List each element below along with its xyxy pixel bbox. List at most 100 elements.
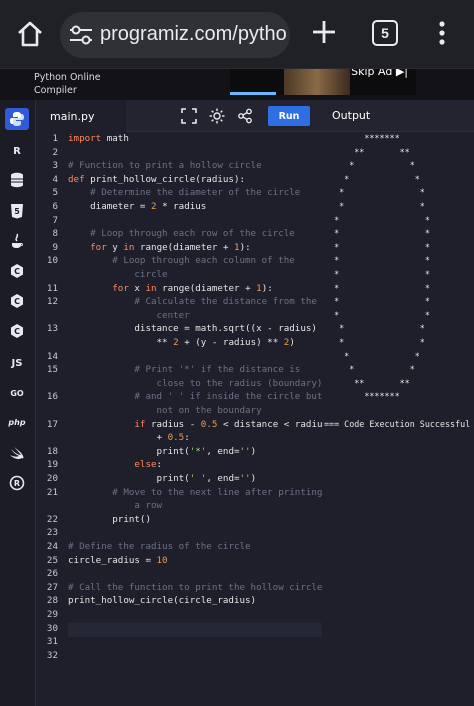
brand-title[interactable]: Python Online Compiler — [34, 71, 101, 97]
code-line[interactable]: 12 # Calculate the distance from the — [36, 295, 322, 309]
sidebar-item-c[interactable]: C — [5, 260, 29, 282]
code-line[interactable]: 17 if radius - 0.5 < distance < radius — [36, 418, 322, 432]
code-text: circle — [68, 269, 168, 280]
line-number: 3 — [52, 160, 58, 172]
line-number: 24 — [46, 541, 58, 552]
output-panel[interactable]: ******* ** ** * * * * * * * * * * * * * … — [322, 132, 474, 706]
csharp-icon: C — [11, 324, 23, 338]
code-line[interactable]: a row — [36, 499, 322, 513]
sidebar-item-go[interactable]: GO — [5, 382, 29, 404]
code-line[interactable]: center — [36, 309, 322, 323]
output-line: * * — [324, 241, 430, 252]
sidebar-item-sql[interactable] — [5, 169, 29, 191]
code-line[interactable]: ** 2 + (y - radius) ** 2) — [36, 336, 322, 350]
code-text: circle_radius = 10 — [68, 554, 168, 566]
code-text: for y in range(diameter + 1): — [90, 241, 251, 253]
skip-ad-button[interactable]: Skip Ad ▶| — [351, 69, 408, 78]
sidebar-item-php[interactable]: php — [5, 411, 29, 433]
svg-text:C: C — [14, 297, 20, 306]
code-line[interactable]: 2 — [36, 146, 322, 160]
code-line[interactable]: 14 — [36, 350, 322, 364]
run-button[interactable]: Run — [268, 106, 310, 126]
home-icon[interactable] — [14, 18, 46, 50]
code-line[interactable]: 15 # Print '*' if the distance is — [36, 363, 322, 377]
output-line: * * — [324, 173, 420, 184]
go-icon: GO — [10, 388, 24, 398]
code-text: print() — [68, 513, 151, 525]
code-line[interactable]: 18 print('*', end='') — [36, 445, 322, 459]
code-editor[interactable]: 1 import math 2 3 # Function to print a holl… — [36, 132, 322, 706]
ad-banner[interactable]: Skip Ad ▶| — [230, 69, 416, 95]
more-menu-icon[interactable] — [438, 20, 446, 46]
output-line: ** ** — [324, 146, 410, 157]
code-line[interactable]: 7 — [36, 214, 322, 228]
code-line[interactable]: 16 # and ' ' if inside the circle but — [36, 390, 322, 404]
code-line[interactable]: not on the boundary — [36, 404, 322, 418]
line-number: 22 — [46, 513, 58, 525]
html5-icon: 5 — [11, 204, 23, 219]
line-number: 23 — [46, 527, 58, 539]
output-line: * * — [324, 309, 430, 320]
output-line: ** ** — [324, 377, 410, 388]
code-line[interactable]: 22 print() — [36, 513, 322, 527]
ad-image — [284, 69, 350, 95]
code-line[interactable]: 9 for y in range(diameter + 1): — [36, 241, 322, 255]
code-line[interactable]: 30 — [36, 622, 322, 636]
python-icon — [10, 112, 24, 126]
code-line[interactable]: 3 # Function to print a hollow circle — [36, 159, 322, 173]
fullscreen-icon[interactable] — [181, 108, 197, 124]
line-number: 32 — [46, 649, 58, 661]
address-bar[interactable]: programiz.com/pytho — [60, 12, 290, 58]
sidebar-item-python[interactable] — [5, 108, 29, 130]
new-tab-icon[interactable] — [310, 18, 338, 46]
code-line[interactable]: 5 # Determine the diameter of the circle — [36, 186, 322, 200]
code-line[interactable]: 19 else: — [36, 458, 322, 472]
code-line[interactable]: 10 # Loop through each column of the — [36, 254, 322, 268]
code-text: import math — [68, 133, 129, 144]
code-line[interactable]: circle — [36, 268, 322, 282]
code-text: # Determine the diameter of the circle — [68, 187, 301, 199]
sidebar-item-rust[interactable]: R — [5, 472, 29, 494]
code-line[interactable]: 6 diameter = 2 * radius — [36, 200, 322, 214]
code-line[interactable]: 32 — [36, 649, 322, 663]
sidebar-item-javascript[interactable]: JS — [5, 352, 29, 374]
code-line[interactable]: 31 — [36, 635, 322, 649]
sidebar-item-java[interactable] — [5, 230, 29, 252]
ad-progress-bar — [230, 92, 276, 95]
site-settings-icon[interactable] — [68, 24, 94, 46]
output-line: * * — [324, 187, 425, 198]
output-line: * * — [324, 160, 415, 171]
code-line[interactable]: 21 # Move to the next line after printin… — [36, 486, 322, 500]
theme-toggle-icon[interactable] — [209, 108, 225, 124]
code-line[interactable]: close to the radius (boundary) — [36, 377, 323, 391]
sidebar-item-swift[interactable] — [5, 442, 29, 464]
code-line[interactable]: 28 print_hollow_circle(circle_radius) — [36, 594, 322, 608]
file-tab-main-py[interactable]: main.py — [36, 100, 126, 132]
brand-line-1: Python Online — [34, 72, 101, 83]
code-line[interactable]: 27 # Call the function to print the hollo… — [36, 581, 322, 595]
code-line[interactable]: + 0.5: — [36, 431, 322, 445]
code-line[interactable]: 23 — [36, 526, 322, 540]
code-line[interactable]: 1 import math — [36, 132, 322, 146]
sidebar-item-cpp[interactable]: C — [5, 290, 29, 312]
line-number: 15 — [46, 364, 58, 376]
output-line: * * — [324, 201, 425, 211]
code-text: not on the boundary — [68, 405, 262, 416]
code-line[interactable]: 24 # Define the radius of the circle — [36, 540, 322, 554]
code-line[interactable]: 13 distance = math.sqrt((x - radius) — [36, 322, 322, 336]
output-line: * * — [324, 282, 430, 293]
sidebar-item-html[interactable]: 5 — [5, 200, 29, 222]
line-number: 19 — [46, 459, 58, 471]
tab-switcher-button[interactable]: 5 — [372, 20, 398, 46]
code-line[interactable]: 4 def print_hollow_circle(radius): — [36, 173, 322, 187]
code-line[interactable]: 29 — [36, 608, 322, 622]
code-line[interactable]: 20 print(' ', end='') — [36, 472, 322, 486]
code-line[interactable]: 11 for x in range(diameter + 1): — [36, 282, 322, 296]
code-line[interactable]: 26 — [36, 567, 322, 581]
code-line[interactable]: 8 # Loop through each row of the circle — [36, 227, 322, 241]
code-line[interactable]: 25 circle_radius = 10 — [36, 554, 322, 568]
sidebar-item-r[interactable]: R — [5, 140, 29, 162]
line-number: 30 — [46, 622, 58, 634]
share-icon[interactable] — [237, 108, 253, 124]
sidebar-item-csharp[interactable]: C — [5, 320, 29, 342]
